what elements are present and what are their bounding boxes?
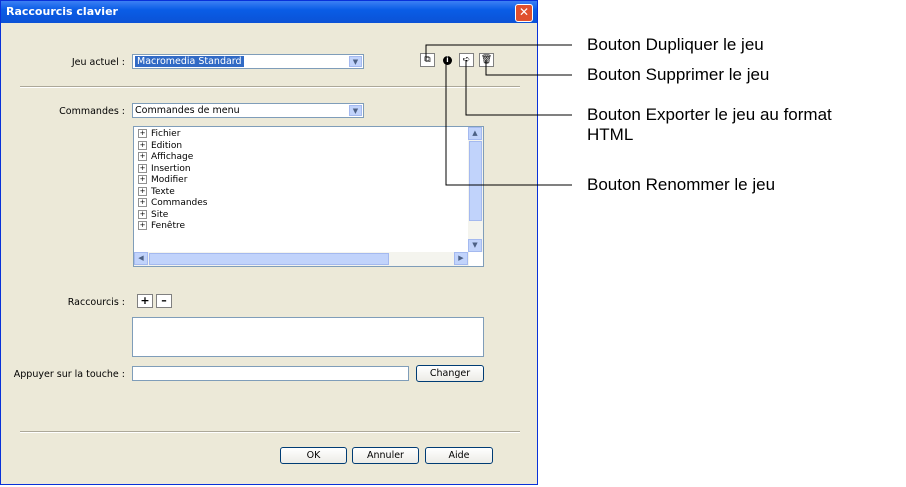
callout-rename: Bouton Renommer le jeu (587, 175, 776, 194)
callout-export-line1: Bouton Exporter le jeu au format (587, 105, 832, 124)
callout-duplicate: Bouton Dupliquer le jeu (587, 35, 764, 54)
callout-delete: Bouton Supprimer le jeu (587, 65, 770, 84)
callout-line-duplicate (425, 44, 572, 60)
callout-line-rename (445, 62, 572, 186)
callout-export-line2: HTML (587, 125, 634, 144)
callout-lines (425, 44, 572, 186)
callout-line-delete (485, 60, 572, 76)
callout-line-export (465, 60, 572, 116)
